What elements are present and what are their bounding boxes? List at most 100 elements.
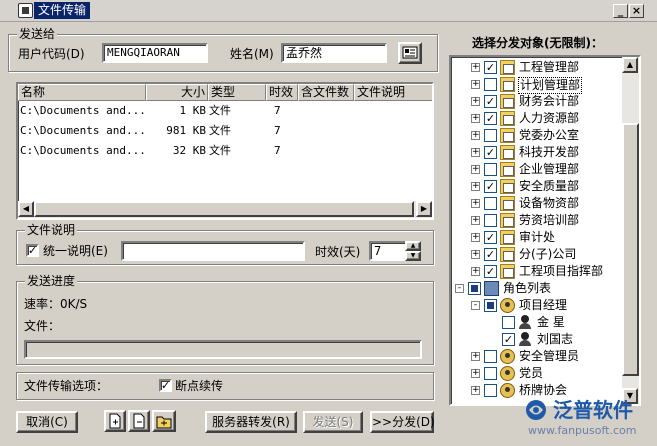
- tree-item[interactable]: 金 星: [451, 314, 623, 331]
- col-name[interactable]: 名称: [18, 84, 146, 101]
- file-list[interactable]: 名称 大小 类型 时效 含文件数 文件说明 C:\Documents and..…: [16, 82, 434, 220]
- tree-item[interactable]: + 安全管理员: [451, 348, 623, 365]
- recipient-tree[interactable]: + ✓ 工程管理部 + 计划管理部 + ✓ 财务会计部 + ✓ 人力资源部 + 党委办公室 + ✓ 科技开发部…: [449, 55, 641, 406]
- expand-icon[interactable]: +: [471, 97, 480, 106]
- expand-icon[interactable]: +: [471, 369, 480, 378]
- col-file-count[interactable]: 含文件数: [298, 84, 354, 101]
- tree-item-checkbox[interactable]: [484, 129, 497, 142]
- expand-icon[interactable]: +: [471, 63, 480, 72]
- tree-item-checkbox[interactable]: [468, 282, 481, 295]
- horizontal-scrollbar[interactable]: ◀ ▶: [18, 201, 432, 218]
- expand-icon[interactable]: +: [471, 267, 480, 276]
- expand-icon[interactable]: +: [471, 352, 480, 361]
- tree-item-checkbox[interactable]: [484, 299, 497, 312]
- distribute-button[interactable]: >>分发(D): [370, 411, 435, 433]
- tree-item[interactable]: + ✓ 安全质量部: [451, 178, 623, 195]
- tree-item[interactable]: + ✓ 人力资源部: [451, 110, 623, 127]
- resume-checkbox[interactable]: ✓: [159, 379, 172, 392]
- expand-icon[interactable]: +: [471, 165, 480, 174]
- tree-item-checkbox[interactable]: ✓: [502, 333, 515, 346]
- tree-item[interactable]: ✓ 刘国志: [451, 331, 623, 348]
- spin-up-icon[interactable]: ▲: [405, 241, 421, 251]
- tree-item-checkbox[interactable]: [484, 350, 497, 363]
- minimize-button[interactable]: _: [613, 4, 628, 18]
- tree-scroll-thumb[interactable]: [622, 123, 639, 376]
- tree-item[interactable]: + ✓ 工程管理部: [451, 59, 623, 76]
- tree-item[interactable]: + ✓ 财务会计部: [451, 93, 623, 110]
- spin-down-icon[interactable]: ▼: [405, 251, 421, 261]
- tree-item[interactable]: + ✓ 工程项目指挥部: [451, 263, 623, 280]
- vertical-scrollbar[interactable]: ▲ ▼: [622, 57, 639, 404]
- dept-icon: [500, 145, 515, 160]
- tree-item[interactable]: - 项目经理: [451, 297, 623, 314]
- tree-item-checkbox[interactable]: [484, 367, 497, 380]
- col-size[interactable]: 大小: [146, 84, 208, 101]
- col-expiry[interactable]: 时效: [266, 84, 298, 101]
- cancel-button[interactable]: 取消(C): [16, 411, 78, 433]
- tree-item-checkbox[interactable]: ✓: [484, 112, 497, 125]
- expand-icon[interactable]: +: [471, 199, 480, 208]
- watermark-url: www.fanpusoft.com: [528, 424, 637, 437]
- add-folder-button[interactable]: [152, 410, 176, 432]
- expand-icon[interactable]: +: [471, 131, 480, 140]
- file-expiry: 7: [274, 124, 281, 137]
- tree-item-checkbox[interactable]: ✓: [484, 95, 497, 108]
- unified-desc-input[interactable]: [121, 241, 305, 261]
- person-icon: [518, 315, 533, 330]
- expand-icon[interactable]: +: [471, 216, 480, 225]
- tree-item-label: 设备物资部: [519, 196, 580, 210]
- file-type: 文件: [209, 104, 231, 117]
- tree-item[interactable]: - 角色列表: [451, 280, 623, 297]
- tree-item-checkbox[interactable]: [502, 316, 515, 329]
- name-input[interactable]: 孟乔然: [281, 43, 387, 63]
- tree-item-checkbox[interactable]: [484, 384, 497, 397]
- tree-item-checkbox[interactable]: ✓: [484, 146, 497, 159]
- address-book-button[interactable]: [398, 42, 422, 64]
- tree-item[interactable]: + 劳资培训部: [451, 212, 623, 229]
- expand-icon[interactable]: +: [471, 182, 480, 191]
- tree-item-checkbox[interactable]: [484, 214, 497, 227]
- expand-icon[interactable]: +: [471, 80, 480, 89]
- tree-item-label: 金 星: [537, 315, 565, 329]
- tree-item-checkbox[interactable]: [484, 197, 497, 210]
- tree-item[interactable]: + 桥牌协会: [451, 382, 623, 399]
- tree-item[interactable]: + 计划管理部: [451, 76, 623, 94]
- collapse-icon[interactable]: -: [471, 301, 480, 310]
- col-description[interactable]: 文件说明: [354, 84, 432, 101]
- collapse-icon[interactable]: -: [455, 284, 464, 293]
- expand-icon[interactable]: +: [471, 114, 480, 123]
- scroll-right-icon[interactable]: ▶: [416, 201, 432, 217]
- server-forward-button[interactable]: 服务器转发(R): [205, 411, 297, 433]
- tree-item[interactable]: + ✓ 审计处: [451, 229, 623, 246]
- tree-item[interactable]: + 设备物资部: [451, 195, 623, 212]
- close-button[interactable]: ×: [629, 4, 644, 18]
- tree-item-checkbox[interactable]: ✓: [484, 231, 497, 244]
- file-name: C:\Documents and...: [20, 104, 146, 117]
- unified-desc-label: 统一说明(E): [43, 244, 108, 258]
- tree-item-checkbox[interactable]: [484, 163, 497, 176]
- expand-icon[interactable]: +: [471, 233, 480, 242]
- col-type[interactable]: 类型: [208, 84, 266, 101]
- tree-item[interactable]: + ✓ 科技开发部: [451, 144, 623, 161]
- expiry-input[interactable]: 7: [369, 241, 407, 261]
- tree-item[interactable]: + ✓ 分(子)公司: [451, 246, 623, 263]
- tree-item-checkbox[interactable]: [484, 78, 497, 91]
- expand-icon[interactable]: +: [471, 250, 480, 259]
- unified-desc-checkbox[interactable]: ✓: [26, 244, 39, 257]
- remove-file-button[interactable]: [128, 410, 150, 432]
- tree-item[interactable]: + 党员: [451, 365, 623, 382]
- tree-item[interactable]: + 企业管理部: [451, 161, 623, 178]
- scroll-thumb[interactable]: [34, 201, 414, 217]
- scroll-up-icon[interactable]: ▲: [622, 57, 638, 73]
- scroll-left-icon[interactable]: ◀: [18, 201, 34, 217]
- expand-icon[interactable]: +: [471, 148, 480, 157]
- expand-icon[interactable]: +: [471, 386, 480, 395]
- tree-item-checkbox[interactable]: ✓: [484, 180, 497, 193]
- tree-item-checkbox[interactable]: ✓: [484, 248, 497, 261]
- tree-item-checkbox[interactable]: ✓: [484, 61, 497, 74]
- tree-item-checkbox[interactable]: ✓: [484, 265, 497, 278]
- user-code-input[interactable]: MENGQIAORAN: [102, 43, 208, 63]
- send-button[interactable]: 发送(S): [303, 411, 363, 433]
- add-file-button[interactable]: [104, 410, 126, 432]
- tree-item[interactable]: + 党委办公室: [451, 127, 623, 144]
